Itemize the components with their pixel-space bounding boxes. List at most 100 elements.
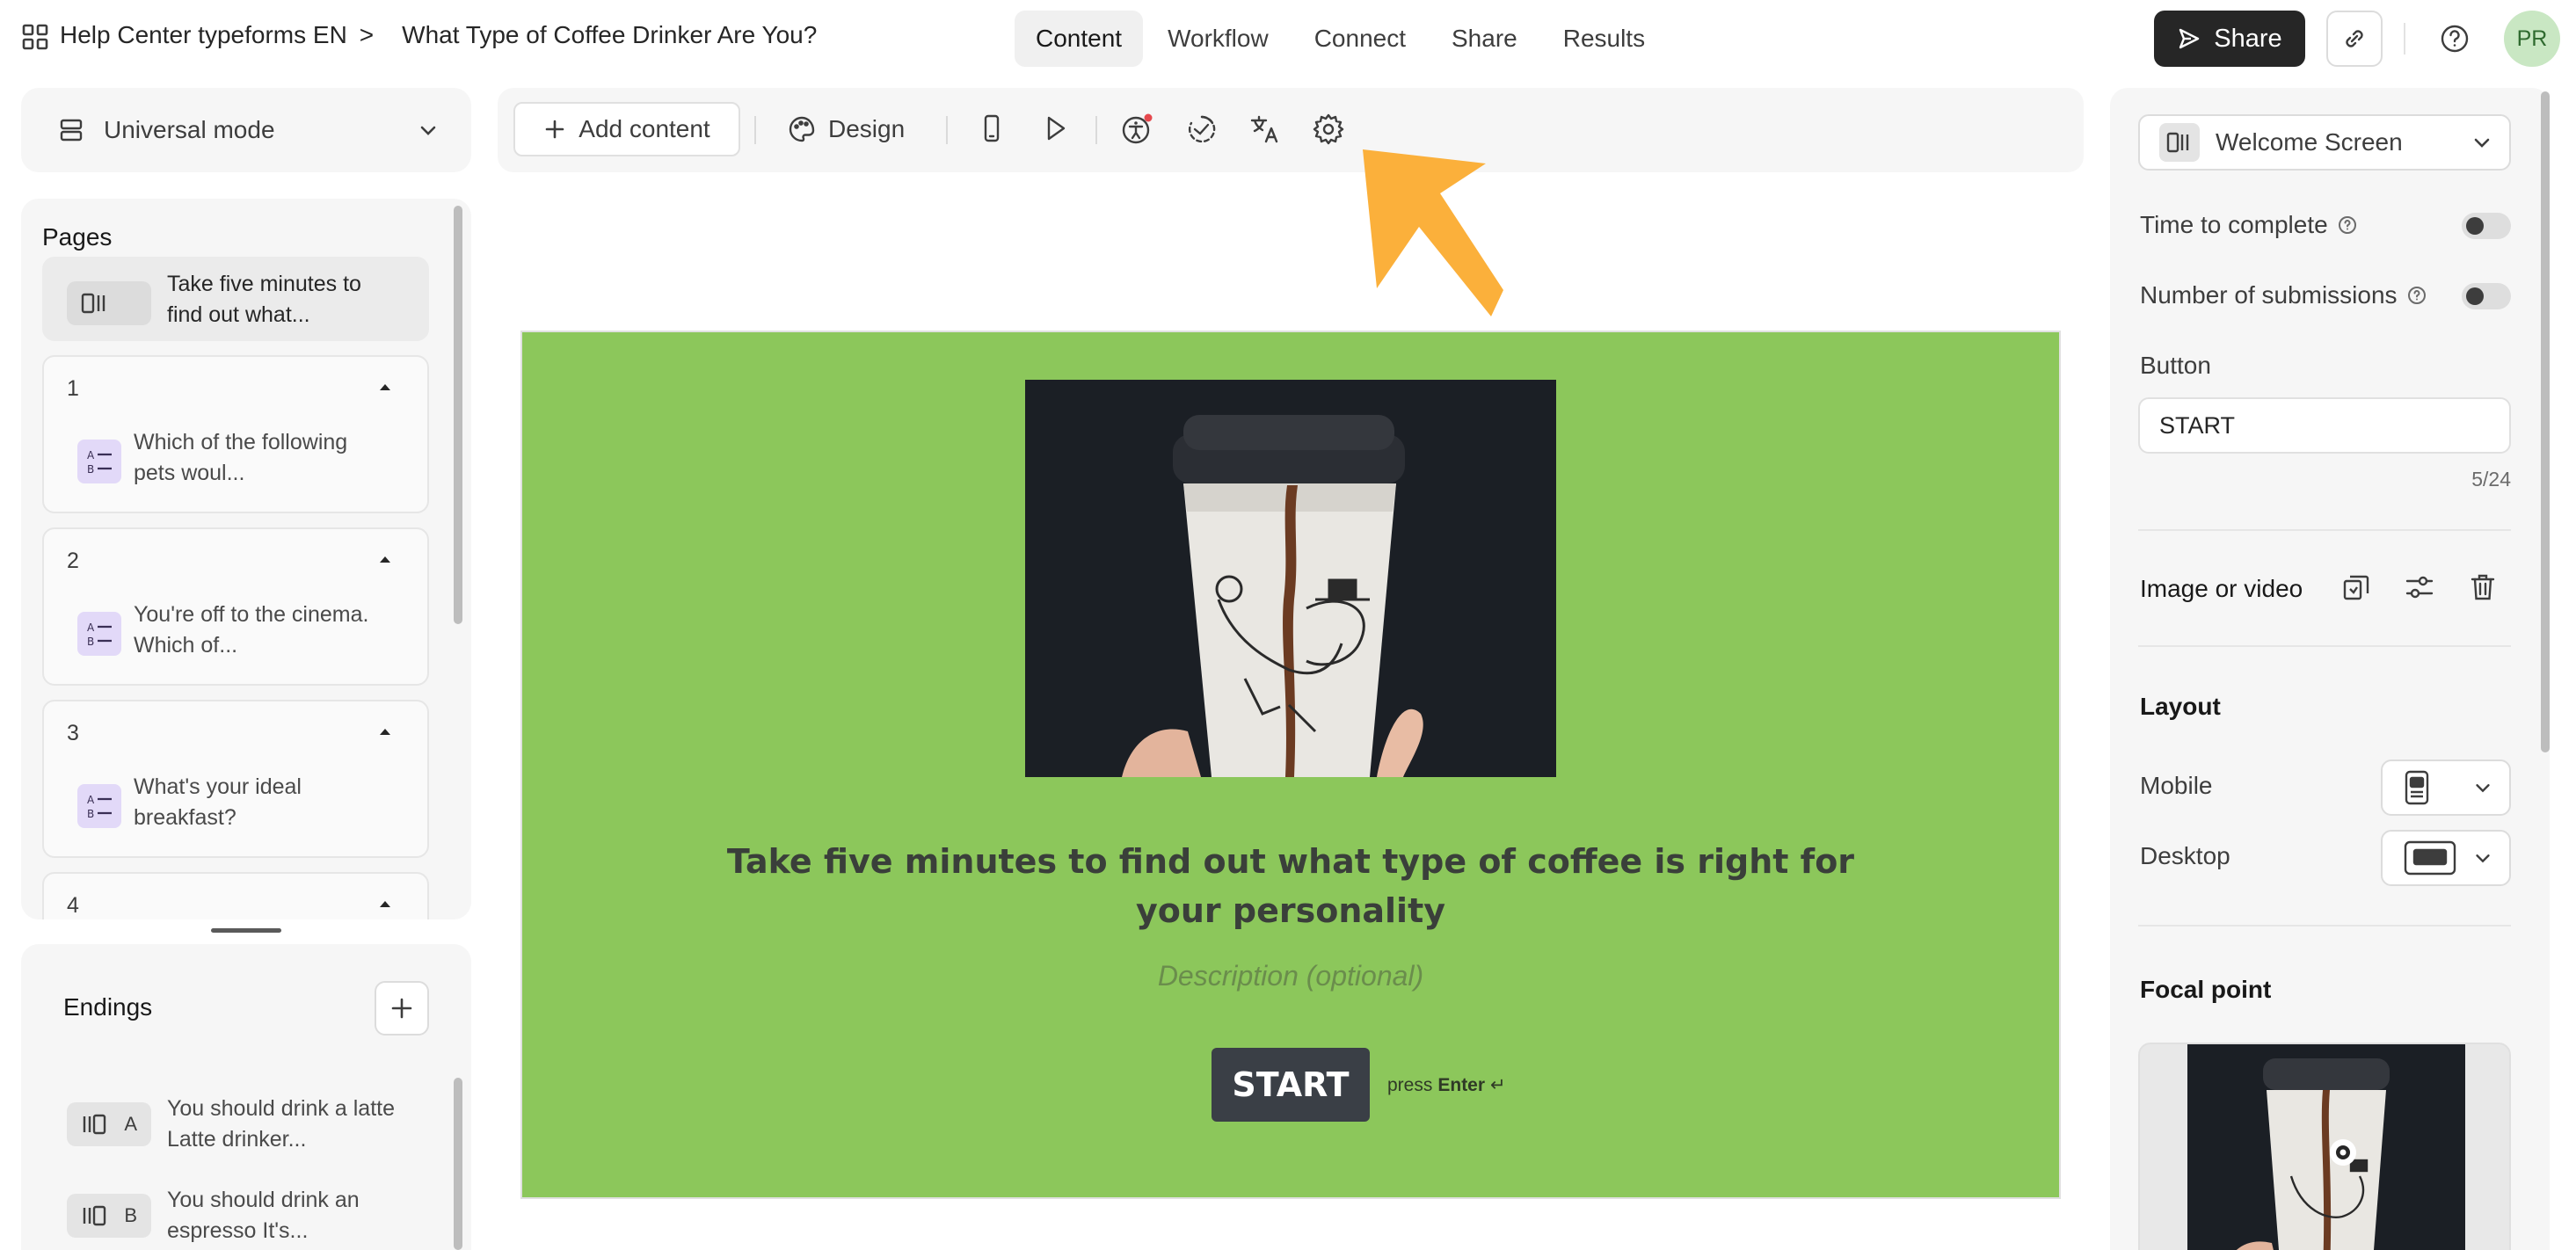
list-item[interactable]: 3 A B What's your ideal breakfast? bbox=[42, 700, 429, 858]
num-submissions-label: Number of submissions bbox=[2140, 281, 2398, 309]
time-to-complete-row: Time to complete bbox=[2140, 211, 2358, 239]
plus-icon bbox=[389, 996, 414, 1021]
replace-media-icon[interactable] bbox=[2340, 571, 2372, 603]
palette-icon bbox=[788, 115, 816, 143]
divider bbox=[2404, 23, 2405, 55]
settings-scrollbar[interactable] bbox=[2541, 91, 2550, 752]
button-text-input[interactable] bbox=[2138, 397, 2511, 454]
cover-image[interactable] bbox=[1025, 380, 1556, 777]
collapse-caret-icon[interactable] bbox=[378, 726, 392, 737]
chevron-down-icon bbox=[2472, 847, 2493, 868]
share-button[interactable]: Share bbox=[2154, 11, 2305, 67]
plus-icon bbox=[543, 118, 566, 141]
pages-scrollbar[interactable] bbox=[454, 206, 462, 624]
ending-letter: B bbox=[124, 1204, 137, 1226]
num-submissions-row: Number of submissions bbox=[2140, 281, 2427, 309]
multiple-choice-icon: A B bbox=[77, 440, 121, 483]
list-item[interactable]: 1 A B Which of the following pets woul..… bbox=[42, 355, 429, 513]
ending-chip: A bbox=[67, 1102, 151, 1146]
collapse-caret-icon[interactable] bbox=[378, 554, 392, 564]
resize-handle[interactable] bbox=[211, 928, 281, 933]
page-question-text: Which of the following pets woul... bbox=[134, 430, 348, 485]
top-bar: Help Center typeforms EN > What Type of … bbox=[0, 0, 2576, 77]
add-ending-button[interactable] bbox=[375, 981, 429, 1036]
ending-text: You should drink a latte Latte drinker..… bbox=[167, 1096, 395, 1152]
workspace-link[interactable]: Help Center typeforms EN bbox=[60, 21, 347, 49]
tab-results[interactable]: Results bbox=[1542, 11, 1666, 67]
ending-item-b[interactable]: B You should drink an espresso It's... bbox=[21, 1176, 471, 1250]
mode-selector[interactable]: Universal mode bbox=[21, 88, 471, 172]
list-item[interactable]: 4 bbox=[42, 872, 429, 919]
image-or-video-label: Image or video bbox=[2140, 575, 2303, 602]
mobile-preview-icon[interactable] bbox=[976, 113, 1008, 144]
svg-text:B: B bbox=[87, 463, 94, 476]
info-icon[interactable] bbox=[2337, 214, 2358, 236]
mobile-layout-select[interactable] bbox=[2381, 759, 2511, 816]
endings-scrollbar[interactable] bbox=[454, 1078, 462, 1250]
avatar[interactable]: PR bbox=[2504, 11, 2560, 67]
ending-item-a[interactable]: A You should drink a latte Latte drinker… bbox=[21, 1085, 471, 1169]
endings-panel: Endings A You should drink a latte Latte… bbox=[21, 944, 471, 1250]
play-preview-icon[interactable] bbox=[1039, 113, 1071, 144]
info-icon[interactable] bbox=[2406, 285, 2427, 306]
layout-title: Layout bbox=[2140, 693, 2221, 720]
list-item[interactable]: 2 A B You're off to the cinema. Which of… bbox=[42, 527, 429, 686]
description-placeholder[interactable]: Description (optional) bbox=[721, 960, 1860, 992]
pages-panel: Pages Take five minutes to find out what… bbox=[21, 199, 471, 919]
mobile-layout-icon bbox=[2404, 770, 2430, 805]
mobile-label: Mobile bbox=[2140, 772, 2213, 799]
button-section-label: Button bbox=[2140, 352, 2211, 379]
page-number: 3 bbox=[67, 721, 79, 745]
page-number: 2 bbox=[67, 549, 79, 573]
chevron-down-icon bbox=[2470, 131, 2493, 154]
main-nav-tabs: Content Workflow Connect Share Results bbox=[1015, 11, 1666, 67]
focal-point-picker[interactable] bbox=[2138, 1043, 2511, 1250]
tab-workflow[interactable]: Workflow bbox=[1146, 11, 1290, 67]
accessibility-icon[interactable] bbox=[1120, 113, 1155, 148]
divider bbox=[2138, 925, 2511, 927]
desktop-layout-select[interactable] bbox=[2381, 830, 2511, 886]
svg-text:A: A bbox=[87, 621, 95, 634]
welcome-headline[interactable]: Take five minutes to find out what type … bbox=[721, 837, 1860, 935]
multiple-choice-icon: A B bbox=[77, 612, 121, 656]
tab-connect[interactable]: Connect bbox=[1293, 11, 1427, 67]
focal-point-handle[interactable] bbox=[2328, 1137, 2358, 1167]
translate-icon[interactable] bbox=[1248, 113, 1282, 146]
chevron-down-icon bbox=[2472, 777, 2493, 798]
screen-type-select[interactable]: Welcome Screen bbox=[2138, 114, 2511, 171]
add-content-button[interactable]: Add content bbox=[513, 102, 740, 156]
tab-content[interactable]: Content bbox=[1015, 11, 1144, 67]
copy-link-button[interactable] bbox=[2326, 11, 2383, 67]
trash-icon[interactable] bbox=[2467, 571, 2499, 603]
collapse-caret-icon[interactable] bbox=[378, 898, 392, 909]
svg-text:B: B bbox=[87, 636, 94, 648]
breadcrumb-separator: > bbox=[359, 21, 375, 48]
mode-label: Universal mode bbox=[104, 116, 275, 143]
link-icon bbox=[2341, 25, 2368, 52]
apps-grid-icon[interactable] bbox=[21, 23, 49, 51]
press-label: press bbox=[1387, 1074, 1433, 1095]
logic-refresh-icon[interactable] bbox=[1185, 113, 1219, 146]
welcome-screen-icon bbox=[2159, 123, 2200, 162]
svg-text:A: A bbox=[87, 449, 95, 461]
focal-point-title: Focal point bbox=[2140, 976, 2272, 1003]
help-icon[interactable] bbox=[2439, 23, 2470, 55]
annotation-arrow-icon bbox=[1328, 141, 1512, 316]
design-button[interactable]: Design bbox=[788, 102, 905, 156]
divider bbox=[2138, 529, 2511, 531]
pages-title: Pages bbox=[42, 223, 113, 251]
design-label: Design bbox=[828, 115, 906, 142]
tab-share[interactable]: Share bbox=[1430, 11, 1539, 67]
collapse-caret-icon[interactable] bbox=[378, 382, 392, 392]
form-title[interactable]: What Type of Coffee Drinker Are You? bbox=[402, 21, 817, 49]
start-button[interactable]: START bbox=[1212, 1048, 1370, 1122]
num-submissions-toggle[interactable] bbox=[2462, 283, 2511, 309]
ending-screen-icon bbox=[81, 1113, 107, 1136]
adjust-sliders-icon[interactable] bbox=[2404, 571, 2435, 603]
settings-panel: Welcome Screen Time to complete Number o… bbox=[2110, 88, 2550, 1250]
coffee-cup-image bbox=[1025, 380, 1556, 777]
welcome-page-item[interactable]: Take five minutes to find out what... bbox=[42, 257, 429, 341]
welcome-screen-chip bbox=[67, 281, 151, 325]
send-icon bbox=[2177, 26, 2201, 51]
time-to-complete-toggle[interactable] bbox=[2462, 213, 2511, 239]
